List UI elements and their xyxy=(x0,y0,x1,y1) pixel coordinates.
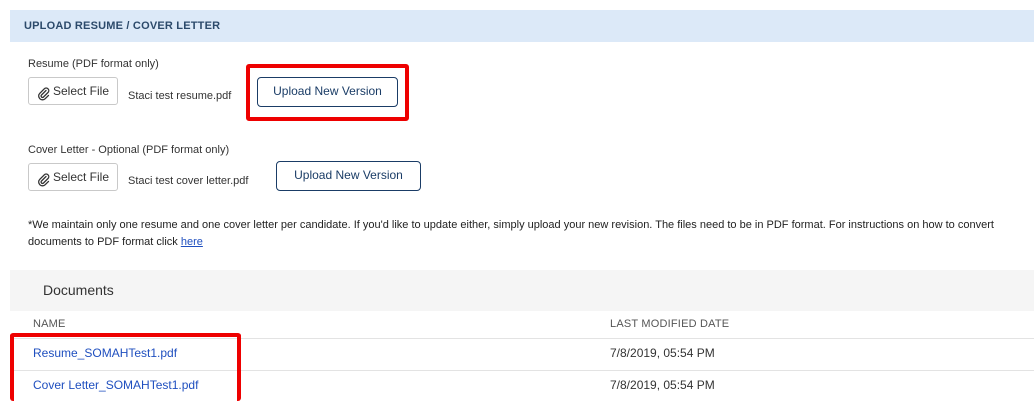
cover-letter-filename: Staci test cover letter.pdf xyxy=(128,175,249,187)
cover-letter-select-file-button[interactable]: Select File xyxy=(28,163,119,191)
document-date-resume: 7/8/2019, 05:54 PM xyxy=(610,346,715,360)
paperclip-icon xyxy=(37,84,51,101)
cover-letter-select-file-label: Select File xyxy=(53,170,110,184)
section-header-title: UPLOAD RESUME / COVER LETTER xyxy=(10,10,1034,42)
resume-filename: Staci test resume.pdf xyxy=(128,90,232,102)
resume-select-file-button[interactable]: Select File xyxy=(28,77,119,105)
document-date-cover-letter: 7/8/2019, 05:54 PM xyxy=(610,378,715,392)
resume-label: Resume (PDF format only) xyxy=(28,58,159,70)
highlight-box xyxy=(10,333,241,401)
pdf-help-link[interactable]: here xyxy=(181,236,203,248)
paperclip-icon xyxy=(37,170,51,187)
cover-letter-label: Cover Letter - Optional (PDF format only… xyxy=(28,144,230,156)
resume-select-file-label: Select File xyxy=(53,84,110,98)
note-text: *We maintain only one resume and one cov… xyxy=(28,219,994,248)
pdf-instructions-note: *We maintain only one resume and one cov… xyxy=(28,217,1008,251)
column-header-last-modified: LAST MODIFIED DATE xyxy=(610,318,730,330)
cover-letter-upload-new-version-button[interactable]: Upload New Version xyxy=(276,161,421,191)
documents-title: Documents xyxy=(10,270,1034,311)
highlight-box xyxy=(246,64,409,121)
column-header-name: NAME xyxy=(33,318,66,330)
